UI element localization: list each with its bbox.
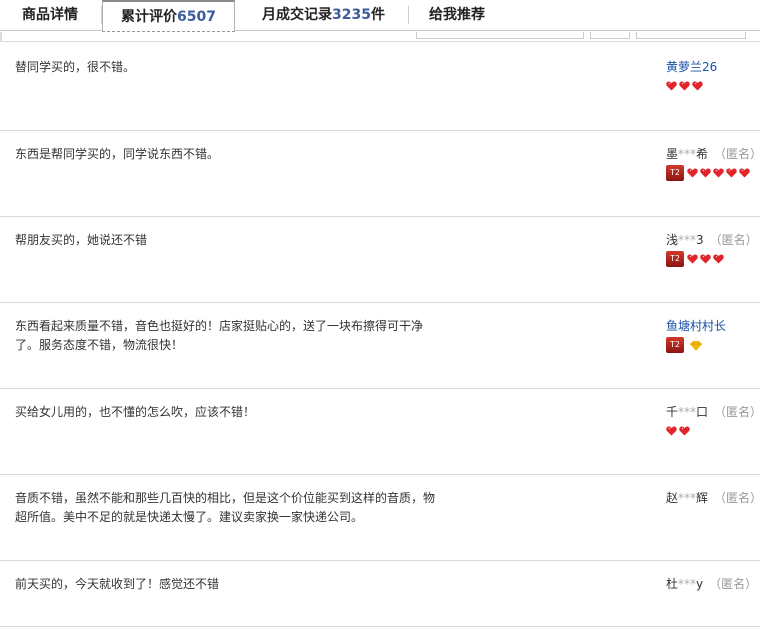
reviewer: 千***口 （匿名） <box>666 403 760 421</box>
reviewer: 杜***y （匿名） <box>666 575 757 593</box>
review-list: 替同学买的，很不错。 黄萝兰26 东西是帮同学买的，同学说东西不错。 墨***希 （匿名… <box>0 44 760 627</box>
review-content: 音质不错，虽然不能和那些几百快的相比，但是这个价位能买到这样的音质，物超所值。美… <box>15 491 436 524</box>
reviewer-name-suffix: 3 <box>696 233 704 247</box>
reviewer: 鱼塘村村长 <box>666 317 732 335</box>
tab-product-details[interactable]: 商品详情 <box>22 0 78 31</box>
sales-count: 3235 <box>332 7 371 23</box>
heart-icon <box>687 168 698 178</box>
anonymous-tag: （匿名） <box>709 233 758 247</box>
review-content: 帮朋友买的，她说还不错 <box>15 233 148 247</box>
filter-bar <box>0 32 760 42</box>
anonymous-tag: （匿名） <box>714 147 760 161</box>
filter-control[interactable] <box>636 32 746 39</box>
heart-icon <box>679 426 690 436</box>
heart-icon <box>739 168 750 178</box>
review-count: 6507 <box>177 9 216 25</box>
review-content: 买给女儿用的，也不懂的怎么吹，应该不错！ <box>15 405 256 419</box>
reviewer-name: 千 <box>666 405 679 419</box>
heart-icon <box>700 254 711 264</box>
review-content: 替同学买的，很不错。 <box>15 60 136 74</box>
heart-icon <box>726 168 737 178</box>
tab-bar: 商品详情 累计评价6507 月成交记录3235件 给我推荐 <box>0 0 760 32</box>
reviewer-name: 赵 <box>666 491 679 505</box>
reviewer: 浅***3 （匿名） <box>666 231 758 249</box>
reviewer-credit-badges: T2 <box>666 337 702 353</box>
divider <box>0 32 2 42</box>
reviewer-name-suffix: y <box>696 577 704 591</box>
heart-icon <box>700 168 711 178</box>
reviewer-credit-badges: T2 <box>666 251 726 267</box>
review-item: 东西看起来质量不错，音色也挺好的！店家挺贴心的，送了一块布擦得可干净了。服务态度… <box>0 303 760 389</box>
reviewer: 墨***希 （匿名） <box>666 145 760 163</box>
heart-icon <box>692 81 703 91</box>
filter-control[interactable] <box>416 32 584 39</box>
review-item: 帮朋友买的，她说还不错 浅***3 （匿名） T2 <box>0 217 760 303</box>
t2-level-icon[interactable]: T2 <box>666 337 684 353</box>
reviewer-credit-badges: T2 <box>666 165 752 181</box>
tab-monthly-sales[interactable]: 月成交记录3235件 <box>262 0 385 31</box>
reviewer-name-mask: *** <box>678 491 697 505</box>
heart-icon <box>666 426 677 436</box>
reviewer-name-mask: *** <box>678 147 697 161</box>
reviewer-name[interactable]: 鱼塘村村长 <box>666 319 726 333</box>
review-content: 东西看起来质量不错，音色也挺好的！店家挺贴心的，送了一块布擦得可干净了。服务态度… <box>15 319 424 352</box>
heart-icon <box>687 254 698 264</box>
heart-icon <box>679 81 690 91</box>
heart-icon <box>666 81 677 91</box>
reviewer-name-mask: *** <box>678 577 697 591</box>
reviewer-name[interactable]: 黄萝兰26 <box>666 60 717 74</box>
reviewer: 赵***辉 （匿名） <box>666 489 760 507</box>
reviewer-name-mask: *** <box>678 233 697 247</box>
reviewer-name-suffix: 口 <box>696 405 709 419</box>
review-item: 替同学买的，很不错。 黄萝兰26 <box>0 44 760 131</box>
reviewer-name: 杜 <box>666 577 679 591</box>
heart-icon <box>713 254 724 264</box>
review-content: 前天买的，今天就收到了！感觉还不错 <box>15 577 220 591</box>
diamond-icon <box>690 340 702 351</box>
review-content: 东西是帮同学买的，同学说东西不错。 <box>15 147 220 161</box>
anonymous-tag: （匿名） <box>714 405 760 419</box>
tab-reviews[interactable]: 累计评价6507 <box>102 0 235 32</box>
reviewer-name-suffix: 希 <box>696 147 709 161</box>
anonymous-tag: （匿名） <box>709 577 758 591</box>
reviewer-name: 浅 <box>666 233 679 247</box>
review-item: 前天买的，今天就收到了！感觉还不错 杜***y （匿名） <box>0 561 760 627</box>
reviewer-credit-badges <box>666 423 692 439</box>
reviewer-name-suffix: 辉 <box>696 491 709 505</box>
tab-divider <box>408 6 409 24</box>
reviewer-name-mask: *** <box>678 405 697 419</box>
reviewer-name: 墨 <box>666 147 679 161</box>
reviewer: 黄萝兰26 <box>666 58 723 76</box>
reviewer-credit-badges <box>666 78 705 94</box>
review-item: 买给女儿用的，也不懂的怎么吹，应该不错！ 千***口 （匿名） <box>0 389 760 475</box>
review-item: 东西是帮同学买的，同学说东西不错。 墨***希 （匿名） T2 <box>0 131 760 217</box>
heart-icon <box>713 168 724 178</box>
anonymous-tag: （匿名） <box>714 491 760 505</box>
t2-level-icon[interactable]: T2 <box>666 251 684 267</box>
filter-control[interactable] <box>590 32 630 39</box>
tab-recommend[interactable]: 给我推荐 <box>429 0 485 31</box>
t2-level-icon[interactable]: T2 <box>666 165 684 181</box>
review-item: 音质不错，虽然不能和那些几百快的相比，但是这个价位能买到这样的音质，物超所值。美… <box>0 475 760 561</box>
